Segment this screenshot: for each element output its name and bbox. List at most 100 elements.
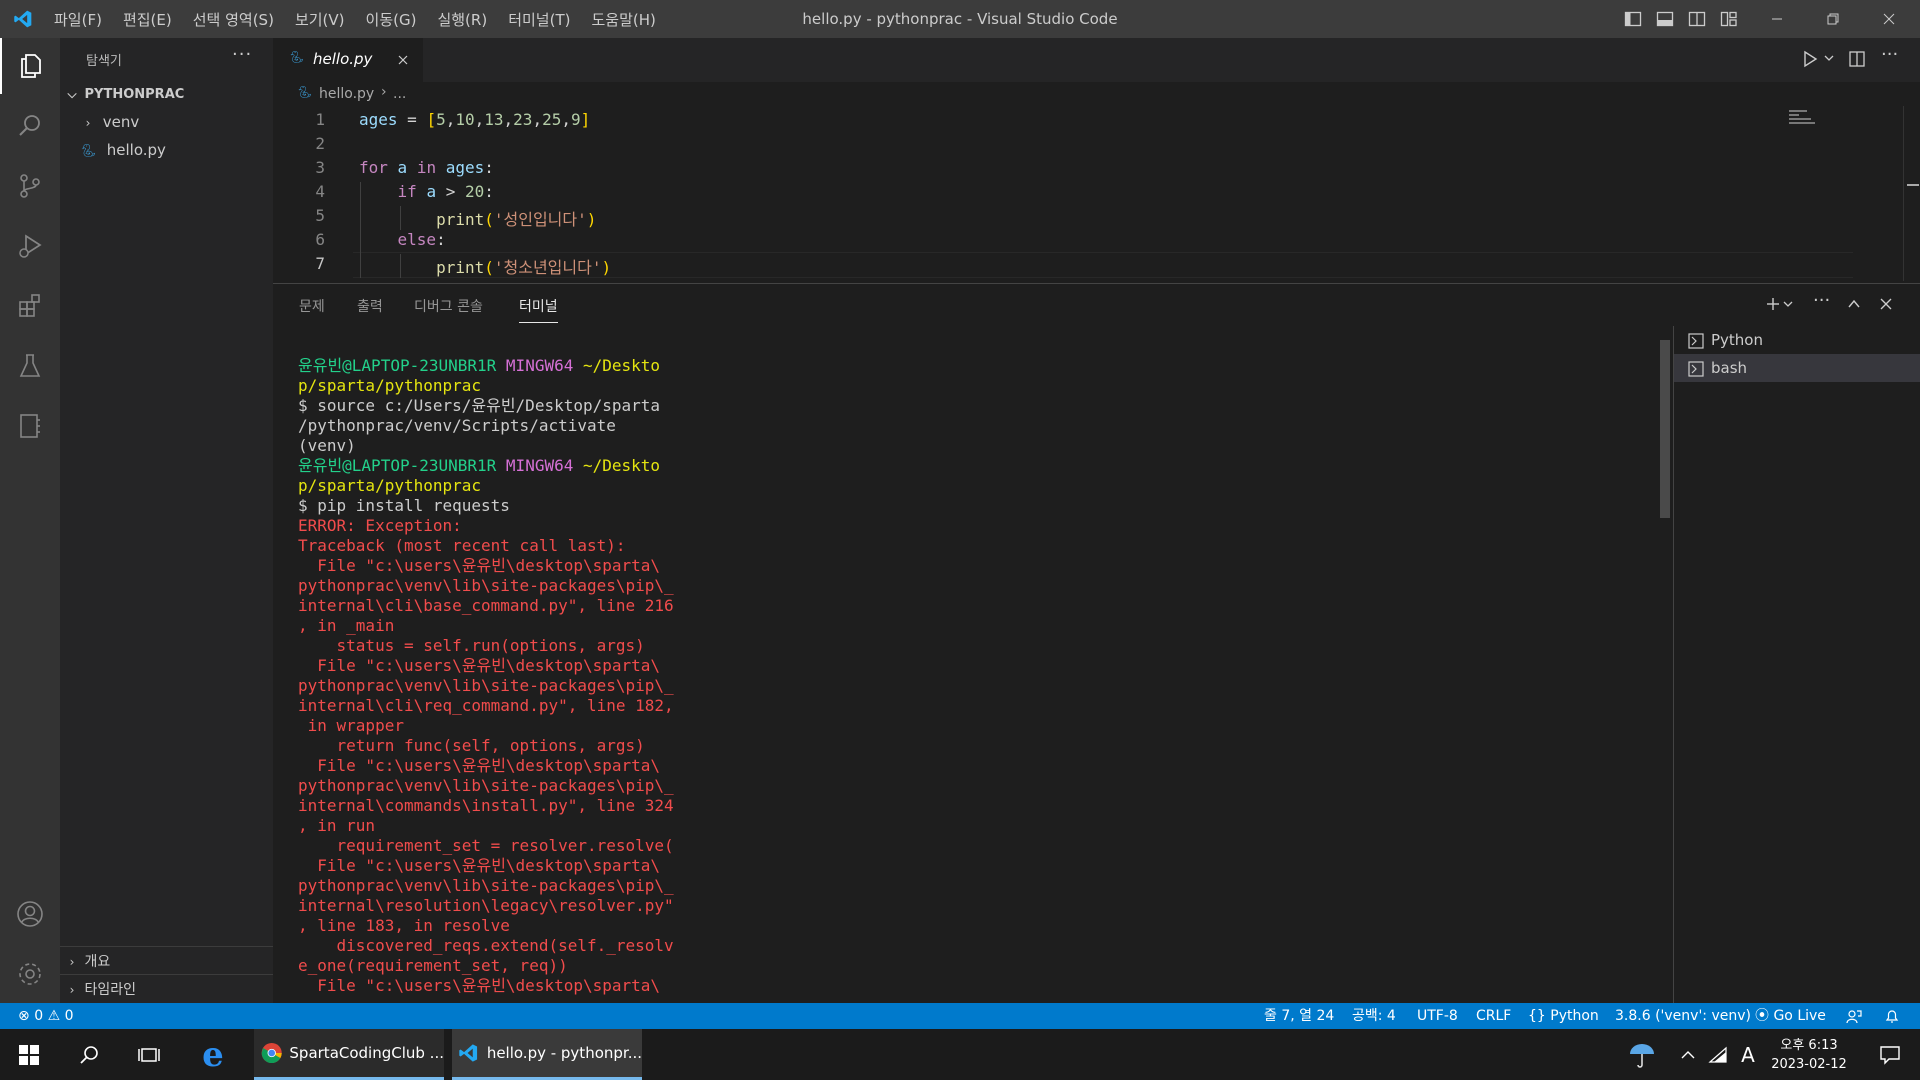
taskbar-vscode[interactable]: hello.py - pythonpr...: [452, 1029, 642, 1080]
weather-widget[interactable]: [1620, 1029, 1664, 1080]
folder-header[interactable]: ⌵ PYTHONPRAC: [60, 80, 273, 108]
chevron-right-icon: ›: [69, 955, 75, 969]
terminal-item-python[interactable]: Python: [1674, 326, 1920, 354]
scrollbar-track[interactable]: [1903, 106, 1904, 281]
notifications-button[interactable]: [1866, 1029, 1914, 1080]
terminal-line: return func(self, options, args): [298, 736, 645, 755]
terminal-line: p/sparta/pythonprac: [298, 376, 482, 395]
taskbar-search-button[interactable]: [60, 1029, 118, 1080]
python-interpreter[interactable]: 3.8.6 ('venv': venv): [1615, 1003, 1751, 1029]
activity-accounts[interactable]: [0, 886, 60, 942]
menu-help[interactable]: 도움말(H): [591, 9, 655, 30]
terminal-line: 윤유빈@LAPTOP-23UNBR1R MINGW64 ~/Deskto: [298, 456, 661, 475]
terminal-line: internal\cli\req_command.py", line 182,: [298, 696, 674, 715]
indentation[interactable]: 공백: 4: [1352, 1003, 1396, 1029]
close-window-button[interactable]: [1866, 0, 1912, 38]
internet-explorer-icon: e: [202, 1034, 224, 1075]
chrome-icon: [261, 1042, 282, 1064]
activity-manage[interactable]: [0, 946, 60, 1002]
menu-file[interactable]: 파일(F): [54, 9, 102, 30]
timeline-label: 타임라인: [84, 982, 136, 998]
editor-more-icon[interactable]: ···: [1881, 44, 1898, 65]
search-icon: [80, 1045, 98, 1064]
braces-icon: {}: [1528, 1008, 1546, 1024]
sidebar-more-button[interactable]: ···: [232, 44, 252, 65]
line-number: 3: [315, 158, 325, 177]
menu-bar: 파일(F) 편집(E) 선택 영역(S) 보기(V) 이동(G) 실행(R) 터…: [54, 0, 677, 38]
vscode-logo-icon[interactable]: [12, 9, 34, 29]
feedback-icon[interactable]: [1846, 1008, 1862, 1024]
menu-go[interactable]: 이동(G): [366, 9, 417, 30]
activity-testing[interactable]: [0, 338, 60, 394]
terminal-item-label: bash: [1711, 359, 1748, 377]
menu-edit[interactable]: 편집(E): [123, 9, 172, 30]
run-python-file-icon[interactable]: [1801, 50, 1819, 68]
activity-search[interactable]: [0, 98, 60, 154]
source-control-icon: [20, 174, 40, 198]
terminal-line: 윤유빈@LAPTOP-23UNBR1R MINGW64 ~/Deskto: [298, 356, 661, 375]
split-editor-icon[interactable]: [1848, 50, 1866, 68]
activity-remote-explorer[interactable]: [0, 398, 60, 454]
minimap[interactable]: [1789, 110, 1817, 126]
terminal-line: File "c:\users\윤유빈\desktop\sparta\: [298, 756, 661, 775]
close-panel-icon[interactable]: [1879, 297, 1893, 311]
start-button[interactable]: [0, 1029, 58, 1080]
language-mode[interactable]: {} Python: [1528, 1003, 1599, 1029]
tree-item-hello-py[interactable]: 🐍︎ hello.py: [60, 136, 273, 164]
code-editor[interactable]: 1 2 3 4 5 6 7 ages = [5,10,13,23,25,9] f…: [273, 106, 1920, 281]
activity-explorer[interactable]: [0, 38, 60, 94]
activity-run-debug[interactable]: [0, 218, 60, 274]
panel-more-icon[interactable]: ···: [1813, 290, 1830, 311]
clock[interactable]: 오후 6:13 2023-02-12: [1764, 1029, 1854, 1080]
menu-run[interactable]: 실행(R): [437, 9, 487, 30]
activity-extensions[interactable]: [0, 278, 60, 334]
terminal-line: pythonprac\venv\lib\site-packages\pip\_: [298, 576, 674, 595]
close-tab-icon[interactable]: [397, 54, 409, 66]
activity-source-control[interactable]: [0, 158, 60, 214]
tab-output[interactable]: 출력: [357, 296, 383, 316]
tree-item-venv[interactable]: › venv: [60, 108, 273, 136]
tab-debug-console[interactable]: 디버그 콘솔: [414, 296, 483, 316]
tab-problems[interactable]: 문제: [299, 296, 325, 316]
outline-section[interactable]: › 개요: [60, 948, 273, 976]
maximize-panel-icon[interactable]: [1847, 297, 1861, 311]
notifications-bell-icon[interactable]: [1884, 1008, 1900, 1024]
terminal-line: Traceback (most recent call last):: [298, 536, 626, 555]
show-hidden-icons-button[interactable]: [1676, 1029, 1700, 1080]
chevron-down-icon[interactable]: [1823, 52, 1835, 64]
new-terminal-icon[interactable]: [1765, 296, 1781, 312]
customize-layout-icon[interactable]: [1720, 10, 1738, 28]
terminal-line: , in run: [298, 816, 376, 835]
minimize-button[interactable]: [1754, 0, 1800, 38]
clock-time: 오후 6:13: [1780, 1037, 1838, 1053]
go-live-button[interactable]: ⦿ Go Live: [1755, 1003, 1826, 1029]
menu-view[interactable]: 보기(V): [295, 9, 345, 30]
toggle-panel-icon[interactable]: [1656, 10, 1674, 28]
problems-status[interactable]: ⊗ 0 ⚠ 0: [18, 1003, 74, 1029]
breadcrumb-file[interactable]: hello.py: [319, 86, 374, 102]
taskbar-chrome[interactable]: SpartaCodingClub ...: [254, 1029, 444, 1080]
tab-terminal[interactable]: 터미널: [519, 296, 558, 323]
menu-terminal[interactable]: 터미널(T): [508, 9, 570, 30]
terminal-line: requirement_set = resolver.resolve(: [298, 836, 674, 855]
restore-button[interactable]: [1810, 0, 1856, 38]
toggle-primary-sidebar-icon[interactable]: [1624, 10, 1642, 28]
end-of-line[interactable]: CRLF: [1476, 1003, 1511, 1029]
terminal-scrollbar-thumb[interactable]: [1660, 340, 1670, 518]
timeline-section[interactable]: › 타임라인: [60, 976, 273, 1004]
menu-selection[interactable]: 선택 영역(S): [193, 9, 274, 30]
terminal-item-label: Python: [1711, 331, 1763, 349]
tab-hello-py[interactable]: 🐍︎ hello.py: [273, 38, 423, 82]
chevron-down-icon[interactable]: [1783, 299, 1793, 309]
task-view-button[interactable]: [120, 1029, 178, 1080]
taskbar-edge[interactable]: e: [180, 1029, 246, 1080]
ime-indicator[interactable]: A: [1736, 1029, 1760, 1080]
encoding[interactable]: UTF-8: [1417, 1003, 1458, 1029]
toggle-secondary-sidebar-icon[interactable]: [1688, 10, 1706, 28]
error-count: 0: [34, 1008, 44, 1024]
cursor-position[interactable]: 줄 7, 열 24: [1264, 1003, 1334, 1029]
breadcrumb-symbols[interactable]: ...: [393, 86, 406, 102]
network-status[interactable]: [1706, 1029, 1730, 1080]
terminal-item-bash[interactable]: bash: [1674, 354, 1920, 382]
terminal-output[interactable]: 윤유빈@LAPTOP-23UNBR1R MINGW64 ~/Deskto p/sp…: [298, 356, 674, 996]
